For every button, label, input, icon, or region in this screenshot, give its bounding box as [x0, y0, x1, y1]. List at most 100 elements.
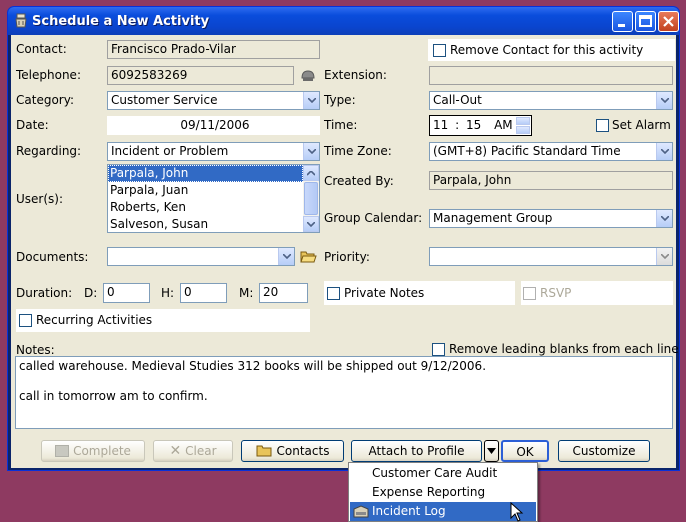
scroll-thumb[interactable] — [304, 182, 318, 215]
set-alarm-label: Set Alarm — [612, 118, 671, 132]
type-value: Call-Out — [433, 93, 482, 107]
dialog-body: Contact: Francisco Prado-Vilar Remove Co… — [11, 35, 679, 468]
users-scrollbar[interactable] — [303, 165, 319, 232]
duration-d-label: D: — [84, 286, 98, 300]
private-notes-checkbox[interactable] — [327, 287, 340, 300]
folder-open-icon[interactable] — [300, 249, 317, 264]
phone-dial-icon[interactable] — [300, 68, 316, 82]
chevron-down-icon[interactable] — [656, 210, 672, 227]
remove-blanks-checkbox[interactable] — [432, 343, 445, 356]
schedule-activity-window: Schedule a New Activity Contact: Francis… — [7, 6, 680, 471]
customize-button[interactable]: Customize — [558, 440, 650, 462]
date-field[interactable]: 09/11/2006 — [107, 116, 320, 135]
extension-field[interactable] — [429, 66, 673, 85]
category-label: Category: — [16, 93, 74, 107]
duration-m-label: M: — [239, 286, 254, 300]
chevron-down-icon[interactable] — [278, 248, 294, 265]
duration-days-input[interactable]: 0 — [103, 283, 150, 303]
chevron-down-icon[interactable] — [656, 248, 672, 265]
complete-button[interactable]: Complete — [41, 440, 145, 462]
rsvp-label: RSVP — [540, 286, 572, 300]
time-zone-dropdown[interactable]: (GMT+8) Pacific Standard Time — [429, 142, 673, 161]
check-icon — [55, 445, 70, 457]
remove-contact-checkbox[interactable] — [433, 44, 446, 57]
type-dropdown[interactable]: Call-Out — [429, 91, 673, 110]
app-icon — [15, 13, 27, 28]
scroll-down-icon[interactable] — [303, 216, 319, 232]
time-field[interactable]: 11 : 15 AM — [429, 115, 532, 136]
menu-item-expense-reporting[interactable]: Expense Reporting — [350, 483, 536, 502]
notes-line — [19, 374, 669, 389]
created-by-label: Created By: — [324, 174, 394, 188]
chevron-down-icon[interactable] — [656, 92, 672, 109]
menu-item-incident-log[interactable]: Incident Log — [350, 502, 536, 521]
menu-item-customer-care-audit[interactable]: Customer Care Audit — [350, 464, 536, 483]
rsvp-checkbox[interactable] — [523, 287, 536, 300]
time-zone-label: Time Zone: — [324, 144, 392, 158]
contacts-button[interactable]: Contacts — [241, 440, 344, 462]
category-dropdown[interactable]: Customer Service — [107, 91, 320, 110]
menu-item-incident-log-label: Incident Log — [372, 504, 446, 518]
folder-icon — [256, 445, 272, 457]
minimize-button[interactable] — [612, 11, 633, 32]
list-item[interactable]: Parpala, John — [108, 165, 303, 182]
users-label: User(s): — [16, 192, 64, 206]
group-calendar-dropdown[interactable]: Management Group — [429, 209, 673, 228]
chevron-down-icon[interactable] — [303, 143, 319, 160]
scroll-up-icon[interactable] — [303, 165, 319, 181]
documents-dropdown[interactable] — [107, 247, 295, 266]
spin-up-icon[interactable] — [516, 117, 530, 125]
notes-line: call in tomorrow am to confirm. — [19, 389, 208, 403]
priority-label: Priority: — [324, 250, 370, 264]
maximize-icon — [639, 15, 652, 27]
time-label: Time: — [324, 118, 358, 132]
ok-button-label: OK — [516, 445, 534, 459]
extension-label: Extension: — [324, 68, 387, 82]
regarding-label: Regarding: — [16, 144, 82, 158]
duration-minutes-input[interactable]: 20 — [259, 283, 308, 303]
telephone-label: Telephone: — [16, 68, 81, 82]
private-notes-label: Private Notes — [344, 286, 425, 300]
priority-dropdown[interactable] — [429, 247, 673, 266]
duration-hours-input[interactable]: 0 — [180, 283, 227, 303]
maximize-button[interactable] — [635, 11, 656, 32]
users-listbox[interactable]: Parpala, John Parpala, Juan Roberts, Ken… — [107, 164, 320, 233]
duration-h-label: H: — [161, 286, 175, 300]
recurring-label: Recurring Activities — [36, 313, 153, 327]
attach-menu-arrow-button[interactable] — [484, 440, 499, 462]
mouse-cursor-icon — [510, 502, 524, 522]
set-alarm-checkbox[interactable] — [596, 119, 609, 132]
log-icon — [353, 505, 369, 518]
attach-to-profile-label: Attach to Profile — [368, 444, 465, 458]
time-hour[interactable]: 11 — [433, 118, 448, 132]
close-button[interactable] — [658, 11, 679, 32]
regarding-dropdown[interactable]: Incident or Problem — [107, 142, 320, 161]
telephone-field[interactable]: 6092583269 — [107, 66, 294, 85]
chevron-down-icon[interactable] — [303, 92, 319, 109]
time-separator: : — [455, 118, 460, 132]
group-calendar-value: Management Group — [433, 211, 553, 225]
chevron-down-icon[interactable] — [656, 143, 672, 160]
remove-contact-label: Remove Contact for this activity — [450, 43, 644, 57]
contacts-button-label: Contacts — [276, 444, 330, 458]
customize-button-label: Customize — [572, 444, 636, 458]
created-by-field: Parpala, John — [429, 171, 673, 190]
ok-button[interactable]: OK — [501, 440, 549, 462]
notes-textarea[interactable]: called warehouse. Medieval Studies 312 b… — [15, 356, 673, 429]
list-item[interactable]: Salveson, Susan — [108, 216, 303, 232]
time-ampm[interactable]: AM — [494, 118, 513, 132]
category-value: Customer Service — [111, 93, 218, 107]
title-bar[interactable]: Schedule a New Activity — [8, 7, 679, 35]
spin-down-icon[interactable] — [516, 126, 530, 134]
notes-line: called warehouse. Medieval Studies 312 b… — [19, 359, 487, 373]
clear-button[interactable]: ✕ Clear — [153, 440, 233, 462]
type-label: Type: — [324, 93, 356, 107]
attach-to-profile-button[interactable]: Attach to Profile — [351, 440, 482, 462]
close-icon — [663, 16, 674, 27]
list-item[interactable]: Roberts, Ken — [108, 199, 303, 216]
time-minute[interactable]: 15 — [466, 118, 481, 132]
contact-field[interactable]: Francisco Prado-Vilar — [107, 40, 320, 59]
date-label: Date: — [16, 118, 49, 132]
list-item[interactable]: Parpala, Juan — [108, 182, 303, 199]
recurring-checkbox[interactable] — [19, 314, 32, 327]
